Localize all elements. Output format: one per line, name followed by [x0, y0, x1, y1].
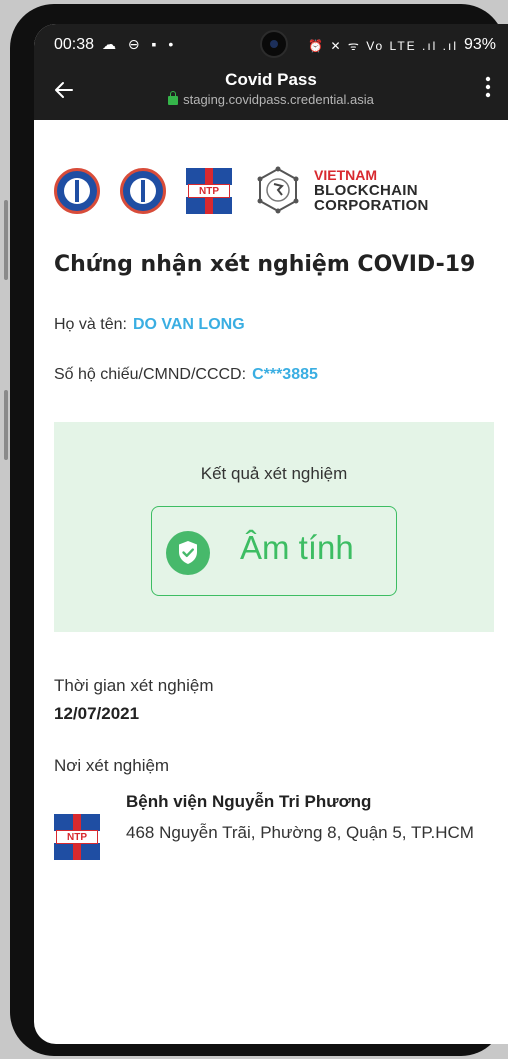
- hospital-name: Bệnh viện Nguyễn Tri Phương: [126, 792, 372, 811]
- health-department-logo: [120, 168, 166, 214]
- app-url[interactable]: staging.covidpass.credential.asia: [34, 91, 508, 107]
- volume-button: [4, 200, 8, 280]
- vbc-logo-mark: [257, 166, 299, 214]
- id-label: Số hộ chiếu/CMND/CCCD:: [54, 366, 247, 383]
- screen: 00:38 ☁ ⊖ ▪ • ⏰ ✕ ᯤ Vo LTE .ıl .ıl 93% C…: [34, 24, 508, 1044]
- result-value: Âm tính: [240, 529, 354, 566]
- ntp-hospital-logo: NTP: [186, 168, 232, 214]
- shield-check-icon: [166, 531, 210, 575]
- vbc-logo-text: VIETNAM BLOCKCHAIN CORPORATION: [314, 167, 429, 214]
- vbc-line3: CORPORATION: [314, 197, 429, 214]
- front-camera: [260, 30, 288, 58]
- lock-icon: [168, 91, 179, 105]
- partner-logos: NTP VIETNAM BLOCKCHAIN CORPORATION: [54, 164, 494, 218]
- certificate-title: Chứng nhận xét nghiệm COVID-19: [54, 252, 476, 277]
- name-row: Họ và tên: DO VAN LONG: [54, 316, 245, 334]
- name-value: DO VAN LONG: [132, 316, 245, 333]
- device: 00:38 ☁ ⊖ ▪ • ⏰ ✕ ᯤ Vo LTE .ıl .ıl 93% C…: [0, 0, 508, 1059]
- vbc-line1: VIETNAM: [314, 167, 377, 183]
- vbc-line2: BLOCKCHAIN: [314, 182, 418, 199]
- test-time-label: Thời gian xét nghiệm: [54, 676, 214, 695]
- status-time: 00:38: [54, 36, 95, 53]
- name-label: Họ và tên:: [54, 316, 127, 333]
- id-value: C***3885: [252, 366, 318, 383]
- status-notification-icons: ☁ ⊖ ▪ •: [102, 36, 178, 52]
- hospital-address: 468 Nguyễn Trãi, Phường 8, Quận 5, TP.HC…: [126, 823, 474, 842]
- test-time-value: 12/07/2021: [54, 704, 140, 723]
- ministry-health-logo: [54, 168, 100, 214]
- top-bar: 00:38 ☁ ⊖ ▪ • ⏰ ✕ ᯤ Vo LTE .ıl .ıl 93% C…: [34, 24, 508, 120]
- hospital-logo-text: NTP: [56, 830, 98, 844]
- result-badge: Âm tính: [151, 506, 397, 596]
- status-signal-icons: ⏰ ✕ ᯤ Vo LTE .ıl .ıl: [308, 39, 458, 53]
- power-button: [4, 390, 8, 460]
- id-row: Số hộ chiếu/CMND/CCCD: C***3885: [54, 366, 318, 384]
- ntp-logo-text: NTP: [188, 184, 230, 198]
- result-label: Kết quả xét nghiệm: [200, 464, 348, 483]
- battery-level: 93%: [463, 36, 496, 53]
- app-title: Covid Pass: [225, 70, 317, 89]
- test-place-label: Nơi xét nghiệm: [54, 756, 170, 775]
- result-panel: Kết quả xét nghiệm Âm tính: [54, 422, 494, 632]
- more-vertical-icon: [485, 76, 491, 98]
- hospital-logo: NTP: [54, 814, 100, 860]
- url-text: staging.covidpass.credential.asia: [183, 92, 374, 107]
- more-menu-button[interactable]: [482, 76, 494, 102]
